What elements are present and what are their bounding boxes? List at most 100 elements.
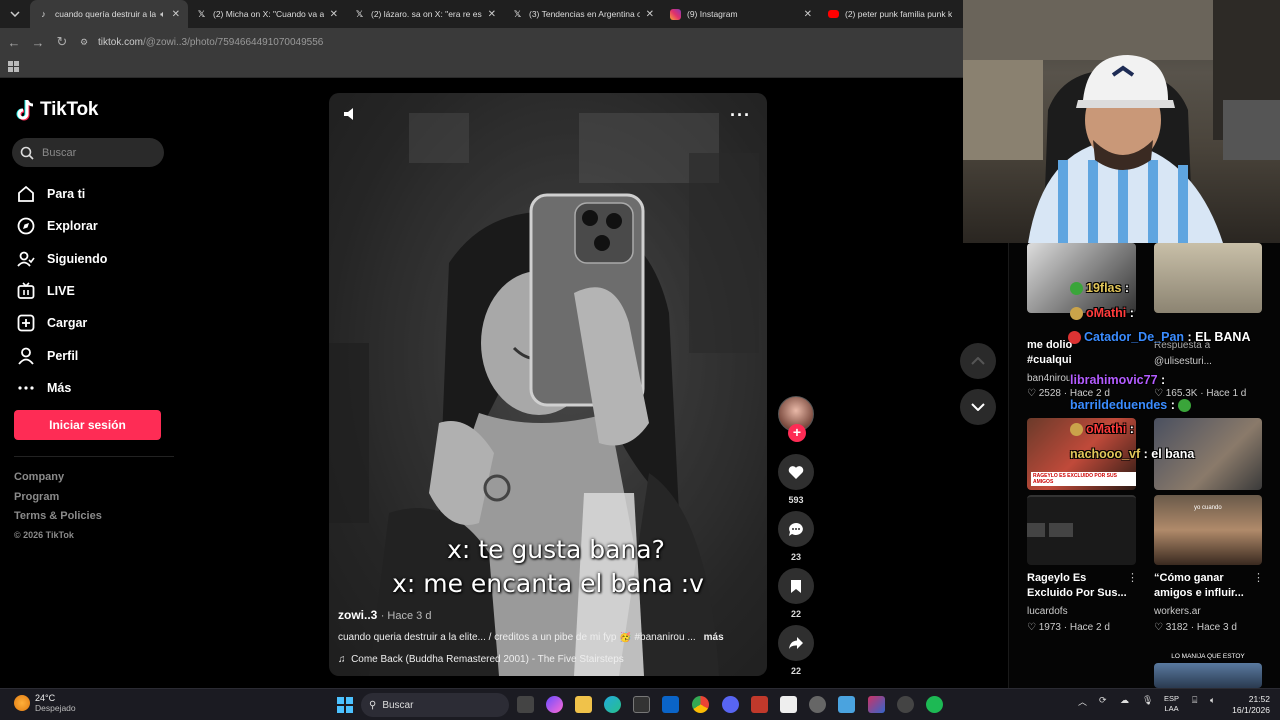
card-title[interactable]: me dolio #cualqui	[1027, 338, 1072, 368]
tab-youtube[interactable]: (2) peter punk familia punk kar	[820, 0, 960, 28]
tab-search-button[interactable]	[4, 3, 26, 25]
task-view-icon[interactable]	[517, 696, 534, 713]
sidebar-item-cargar[interactable]: Cargar	[16, 307, 107, 339]
forward-arrow-icon[interactable]: →	[26, 35, 50, 50]
url-field[interactable]: ⚙ tiktok.com/@zowi..3/photo/759466449107…	[80, 37, 323, 48]
site-info-icon[interactable]: ⚙	[80, 37, 94, 48]
author-name[interactable]: zowi..3	[338, 608, 377, 622]
network-icon[interactable]: ⌸	[1192, 695, 1197, 706]
weather-widget[interactable]: 24°C Despejado	[14, 693, 76, 713]
system-clock[interactable]: 21:52 16/1/2026	[1232, 694, 1270, 716]
share-action[interactable]: 22	[778, 625, 814, 676]
tab-x-micha[interactable]: 𝕏 (2) Micha on X: "Cuando va a se ✕	[188, 0, 346, 28]
footer-link-program[interactable]: Program	[14, 491, 102, 511]
footer-link-terms[interactable]: Terms & Policies	[14, 510, 102, 530]
chevron-up-icon	[971, 357, 985, 365]
close-icon[interactable]: ✕	[330, 9, 338, 20]
sidebar-item-para-ti[interactable]: Para ti	[16, 178, 107, 210]
card-user[interactable]: @ulisesturi...	[1154, 356, 1212, 367]
obs-icon[interactable]	[897, 696, 914, 713]
app-icon[interactable]	[809, 696, 826, 713]
card-title[interactable]: “Cómo ganar amigos e influir...	[1154, 571, 1254, 601]
tab-x-lazaro[interactable]: 𝕏 (2) lázaro. sa on X: "era re espe ✕	[346, 0, 504, 28]
close-icon[interactable]: ✕	[646, 9, 654, 20]
sidebar-item-live[interactable]: LIVE	[16, 275, 107, 307]
chat-message: oMathi :	[1070, 306, 1134, 321]
author-avatar[interactable]: +	[778, 396, 814, 442]
previous-video-button[interactable]	[960, 343, 996, 379]
volume-icon[interactable]: 🔈︎	[1210, 695, 1215, 706]
video-thumbnail[interactable]: yo cuando	[1154, 495, 1262, 565]
video-thumbnail[interactable]	[1154, 663, 1262, 688]
chrome-icon[interactable]	[692, 696, 709, 713]
copilot-icon[interactable]	[546, 696, 563, 713]
back-arrow-icon[interactable]: ←	[2, 35, 26, 50]
reload-icon[interactable]: ↻	[50, 34, 74, 50]
music-title[interactable]: Come Back (Buddha Remastered 2001) - The…	[351, 654, 624, 665]
video-thumbnail[interactable]	[1027, 495, 1136, 565]
comment-icon[interactable]	[778, 511, 814, 547]
card-title[interactable]: Rageylo Es Excluido Por Sus...	[1027, 571, 1127, 601]
sidebar-item-mas[interactable]: Más	[16, 372, 107, 404]
post-description: cuando queria destruir a la elite... / c…	[338, 632, 763, 643]
comment-action[interactable]: 23	[778, 511, 814, 562]
language-indicator[interactable]: ESP LAA	[1164, 694, 1179, 714]
windows-start-icon[interactable]	[337, 697, 353, 713]
edge-icon[interactable]	[604, 696, 621, 713]
close-icon[interactable]: ✕	[804, 9, 812, 20]
sidebar-menu: Para ti Explorar Siguiendo LIVE Cargar P…	[16, 178, 107, 404]
caption-line-2: x: me encanta el bana :v	[392, 569, 704, 598]
save-action[interactable]: 22	[778, 568, 814, 619]
sidebar-item-perfil[interactable]: Perfil	[16, 339, 107, 371]
tab-instagram[interactable]: (9) Instagram ✕	[662, 0, 820, 28]
bookmark-icon[interactable]	[778, 568, 814, 604]
notepad-icon[interactable]	[780, 696, 797, 713]
tray-icon[interactable]: ⟳	[1099, 695, 1107, 706]
video-thumbnail[interactable]	[1027, 243, 1136, 313]
chat-message: Catador_De_Pan : EL BANA	[1068, 330, 1251, 345]
outlook-icon[interactable]	[662, 696, 679, 713]
discord-icon[interactable]	[722, 696, 739, 713]
speaker-icon[interactable]: 🔈︎	[160, 9, 165, 20]
apps-grid-icon[interactable]	[8, 61, 19, 72]
recording-app-icon[interactable]	[751, 696, 768, 713]
microphone-icon[interactable]: 🎙︎	[1142, 695, 1153, 706]
tray-icon[interactable]: ☁	[1120, 695, 1129, 706]
music-info[interactable]: ♫ Come Back (Buddha Remastered 2001) - T…	[338, 654, 624, 665]
sidebar-item-explorar[interactable]: Explorar	[16, 210, 107, 242]
file-explorer-icon[interactable]	[575, 696, 592, 713]
more-vertical-icon[interactable]: ⋮	[1127, 571, 1138, 584]
tab-x-tendencias[interactable]: 𝕏 (3) Tendencias en Argentina on ✕	[504, 0, 662, 28]
share-icon[interactable]	[778, 625, 814, 661]
compass-icon	[16, 216, 36, 236]
more-vertical-icon[interactable]: ⋮	[1253, 571, 1264, 584]
volume-icon[interactable]	[343, 107, 359, 126]
app-icon[interactable]	[868, 696, 885, 713]
tiktok-logo[interactable]: TikTok	[16, 99, 98, 121]
chevron-up-icon[interactable]: ︿	[1078, 695, 1087, 708]
card-user[interactable]: workers.ar	[1154, 606, 1201, 617]
video-player[interactable]: ··· x: te gusta bana? x: me encanta el b…	[329, 93, 767, 676]
close-icon[interactable]: ✕	[488, 9, 496, 20]
sidebar-item-siguiendo[interactable]: Siguiendo	[16, 243, 107, 275]
follow-plus-icon[interactable]: +	[788, 424, 806, 442]
video-thumbnail[interactable]	[1154, 243, 1262, 313]
card-stats: ♡ 3182 · Hace 3 d	[1154, 622, 1237, 633]
photos-icon[interactable]	[838, 696, 855, 713]
next-video-button[interactable]	[960, 389, 996, 425]
taskbar-search[interactable]: ⚲ Buscar	[361, 693, 509, 717]
card-user[interactable]: lucardofs	[1027, 606, 1068, 617]
spotify-icon[interactable]	[926, 696, 943, 713]
more-options-icon[interactable]: ···	[730, 105, 751, 126]
store-icon[interactable]	[633, 696, 650, 713]
search-input[interactable]: Buscar	[12, 138, 164, 167]
post-author[interactable]: zowi..3 · Hace 3 d	[338, 608, 431, 622]
more-link[interactable]: más	[704, 632, 724, 643]
heart-icon[interactable]	[778, 454, 814, 490]
close-icon[interactable]: ✕	[172, 9, 180, 20]
tab-tiktok[interactable]: ♪ cuando quería destruir a la 🔈︎ ✕	[30, 0, 188, 28]
login-button[interactable]: Iniciar sesión	[14, 410, 161, 440]
like-action[interactable]: 593	[778, 454, 814, 505]
footer-link-company[interactable]: Company	[14, 471, 102, 491]
card-user[interactable]: ban4nirou	[1027, 373, 1071, 384]
